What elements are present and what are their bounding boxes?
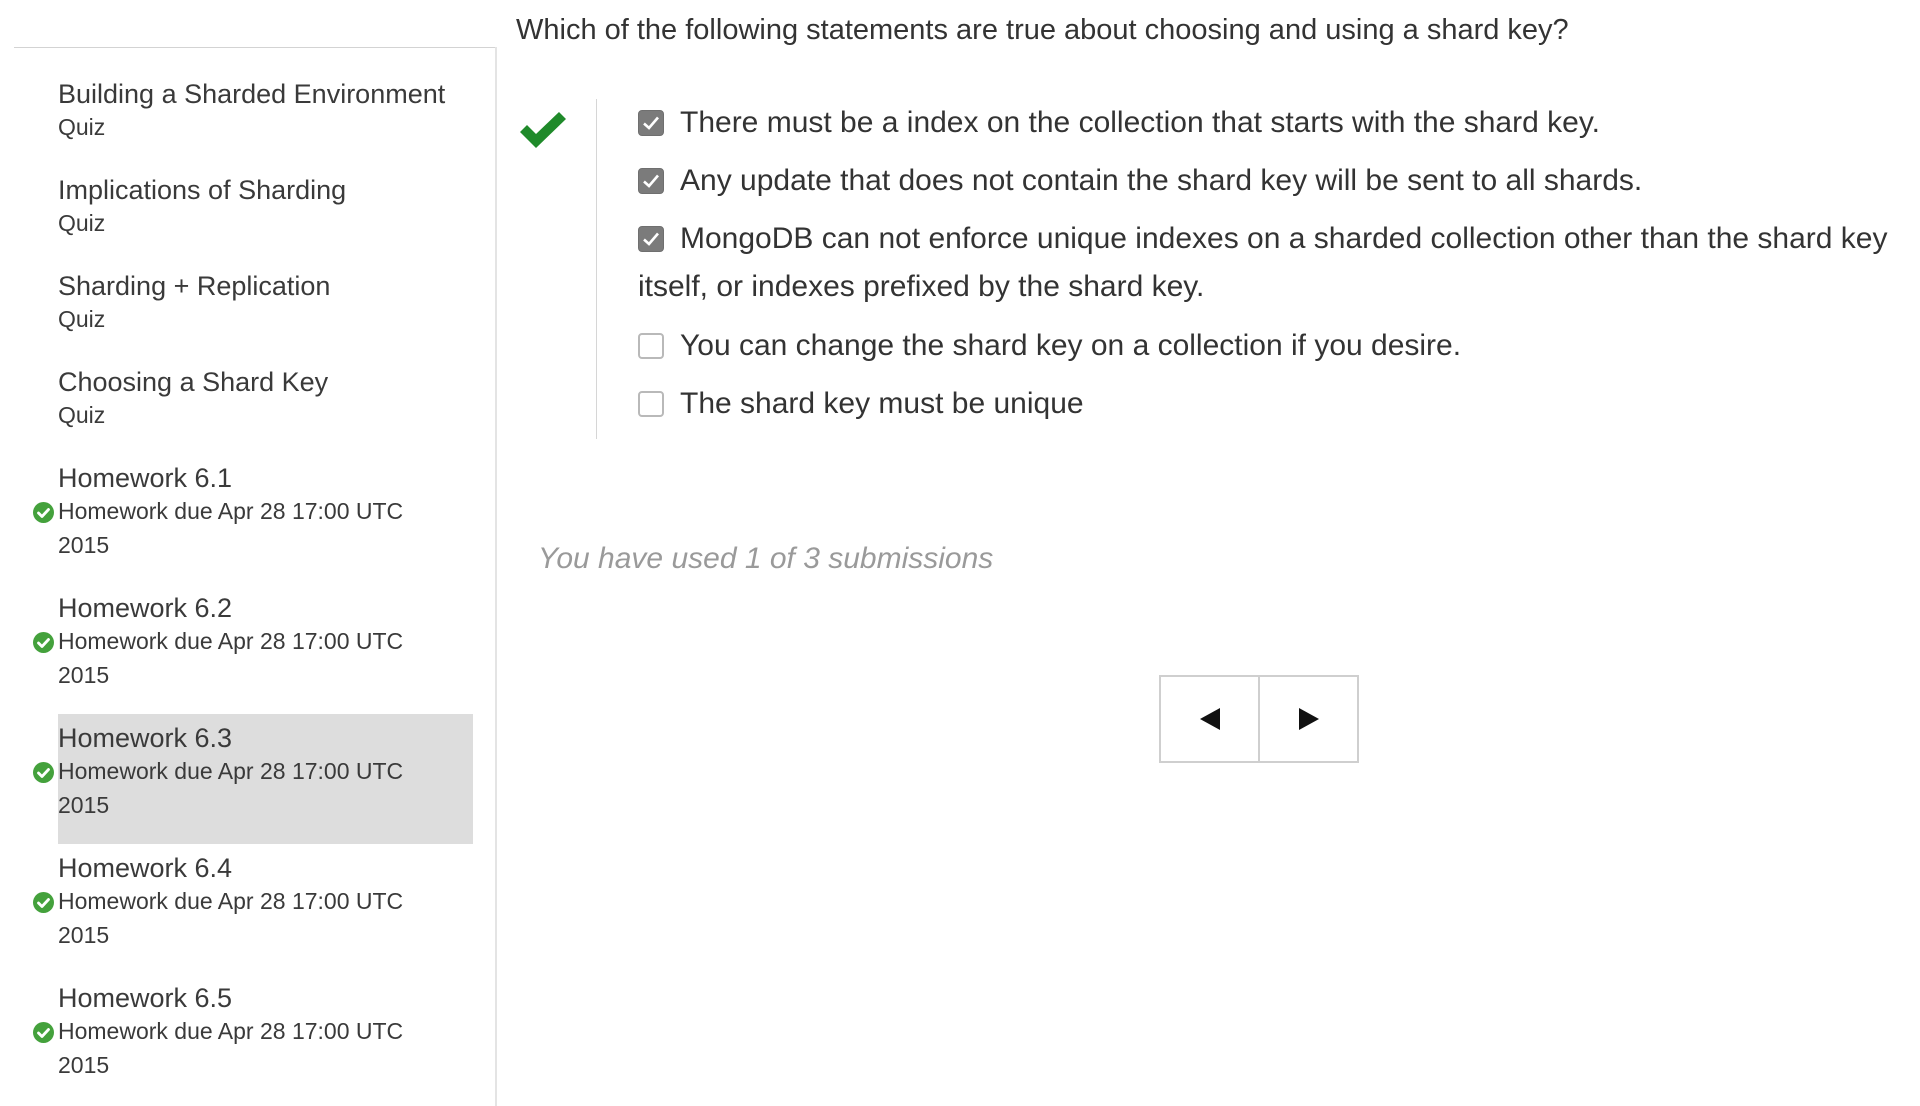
course-sidebar: Building a Sharded Environment Quiz Impl… [0,70,495,1104]
sidebar-item-subtitle: Homework due Apr 28 17:00 UTC 2015 [58,628,404,688]
sequence-pager [1159,675,1359,763]
choice-label: Any update that does not contain the sha… [680,164,1643,197]
sidebar-item-title: Homework 6.1 [58,463,233,493]
sidebar-item-homework-6-4[interactable]: Homework 6.4 Homework due Apr 28 17:00 U… [33,844,473,974]
sidebar-top-divider [14,47,496,48]
sidebar-divider [495,47,497,1106]
sidebar-item-homework-6-1[interactable]: Homework 6.1 Homework due Apr 28 17:00 U… [33,454,473,584]
sidebar-item-sharding-replication[interactable]: Sharding + Replication Quiz [58,262,473,358]
sidebar-item-choosing-shard-key[interactable]: Choosing a Shard Key Quiz [58,358,473,454]
sidebar-item-homework-6-5[interactable]: Homework 6.5 Homework due Apr 28 17:00 U… [33,974,473,1104]
sidebar-item-subtitle: Homework due Apr 28 17:00 UTC 2015 [58,1018,404,1078]
checkbox-unchecked[interactable] [638,391,664,417]
checkbox-checked[interactable] [638,226,664,252]
submissions-count: You have used 1 of 3 submissions [538,542,994,575]
checkmark-icon [517,108,567,154]
choice-label: MongoDB can not enforce unique indexes o… [638,222,1888,303]
sidebar-item-subtitle: Quiz [58,114,106,140]
sidebar-item-title: Sharding + Replication [58,271,331,301]
sidebar-item-building-sharded-environment[interactable]: Building a Sharded Environment Quiz [58,70,473,166]
sidebar-item-subtitle: Quiz [58,306,106,332]
check-circle-icon [33,1022,54,1043]
triangle-left-icon [1199,708,1220,730]
sidebar-item-subtitle: Homework due Apr 28 17:00 UTC 2015 [58,498,404,558]
choices-divider [596,99,597,439]
check-circle-icon [33,892,54,913]
checkbox-checked[interactable] [638,110,664,136]
question-text: Which of the following statements are tr… [516,14,1569,46]
choice-index-prefix[interactable]: There must be a index on the collection … [638,99,1908,147]
sidebar-item-subtitle: Homework due Apr 28 17:00 UTC 2015 [58,758,404,818]
sidebar-item-subtitle: Homework due Apr 28 17:00 UTC 2015 [58,888,404,948]
choice-label: The shard key must be unique [680,387,1084,420]
choice-shard-key-unique[interactable]: The shard key must be unique [638,380,1908,428]
check-circle-icon [33,502,54,523]
choice-update-all-shards[interactable]: Any update that does not contain the sha… [638,157,1908,205]
choice-change-shard-key[interactable]: You can change the shard key on a collec… [638,322,1908,370]
checkbox-checked[interactable] [638,168,664,194]
sidebar-item-title: Homework 6.2 [58,593,233,623]
sidebar-item-subtitle: Quiz [58,210,106,236]
sidebar-item-title: Choosing a Shard Key [58,367,329,397]
sidebar-item-title: Homework 6.3 [58,723,233,753]
checkbox-unchecked[interactable] [638,333,664,359]
choice-label: You can change the shard key on a collec… [680,329,1462,362]
check-circle-icon [33,762,54,783]
previous-button[interactable] [1161,677,1260,761]
check-circle-icon [33,632,54,653]
sidebar-item-title: Homework 6.4 [58,853,233,883]
choice-label: There must be a index on the collection … [680,106,1600,139]
triangle-right-icon [1298,708,1319,730]
sidebar-item-homework-6-2[interactable]: Homework 6.2 Homework due Apr 28 17:00 U… [33,584,473,714]
sidebar-item-title: Implications of Sharding [58,175,347,205]
sidebar-item-title: Homework 6.5 [58,983,233,1013]
sidebar-item-implications-of-sharding[interactable]: Implications of Sharding Quiz [58,166,473,262]
sidebar-item-subtitle: Quiz [58,402,106,428]
sidebar-item-title: Building a Sharded Environment [58,79,446,109]
choice-unique-indexes[interactable]: MongoDB can not enforce unique indexes o… [638,215,1908,311]
course-page: Building a Sharded Environment Quiz Impl… [0,0,1920,1106]
sidebar-item-homework-6-3[interactable]: Homework 6.3 Homework due Apr 28 17:00 U… [33,714,473,844]
next-button[interactable] [1260,677,1357,761]
